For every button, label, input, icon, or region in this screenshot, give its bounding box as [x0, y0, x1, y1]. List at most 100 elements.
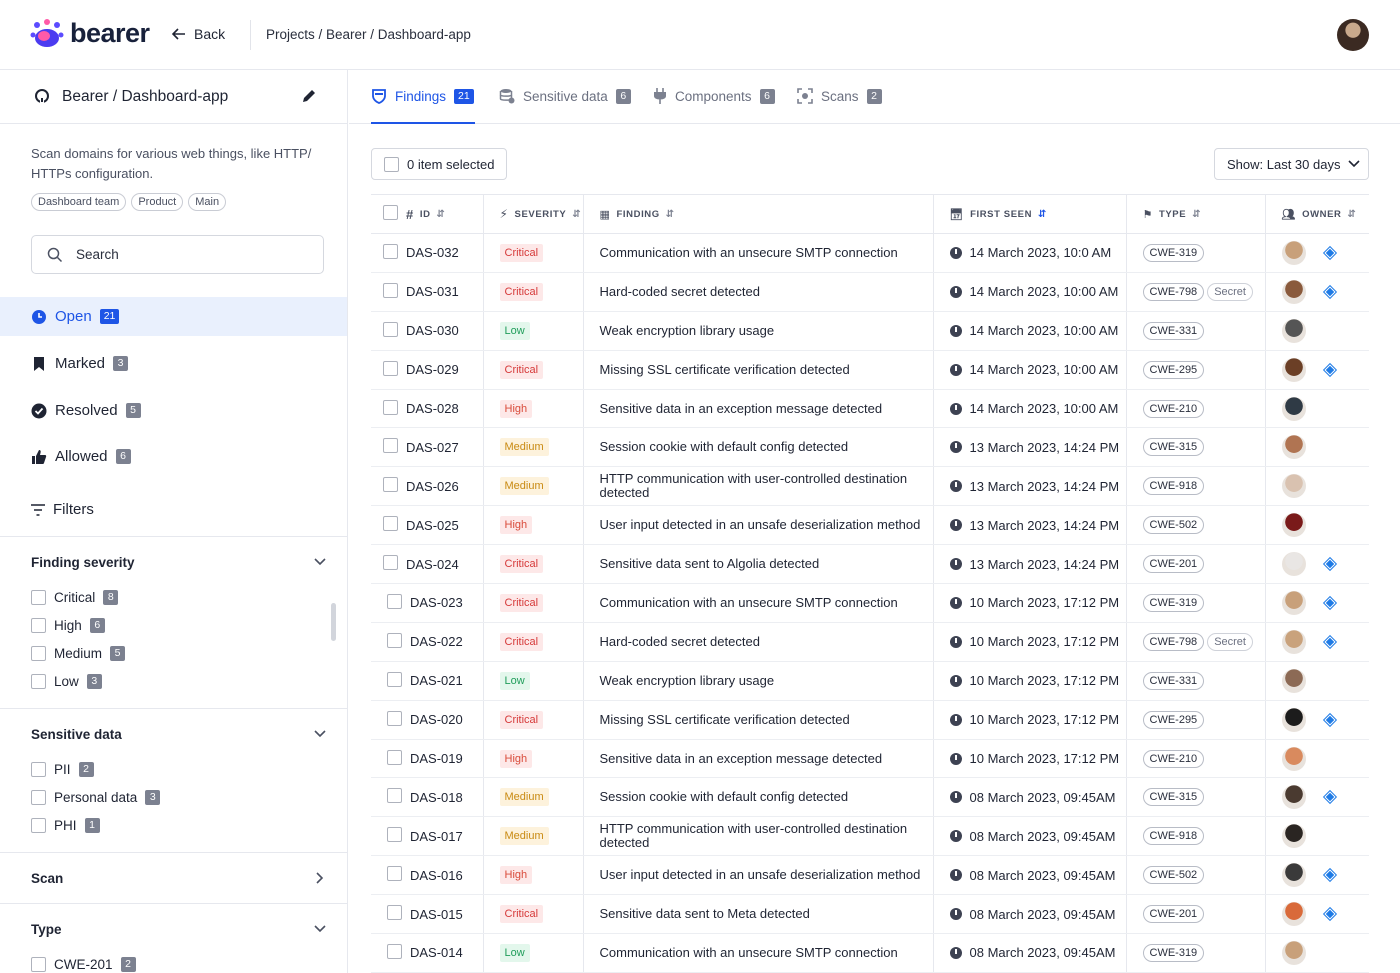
owner-avatar[interactable] [1281, 629, 1306, 654]
row-checkbox[interactable] [383, 555, 398, 571]
row-checkbox[interactable] [383, 360, 398, 376]
owner-avatar[interactable] [1281, 318, 1306, 343]
finding-title[interactable]: User input detected in an unsafe deseria… [583, 855, 934, 896]
filter-cwe-201[interactable]: CWE-201 2 [31, 957, 136, 972]
column-finding[interactable]: ▦ FINDING ⇵ [583, 194, 934, 234]
bearer-logo[interactable]: bearer [30, 18, 150, 49]
table-row[interactable]: DAS-028 High Sensitive data in an exceptio… [371, 389, 1369, 429]
owner-avatar[interactable] [1281, 902, 1306, 927]
select-all-button[interactable]: 0 item selected [371, 148, 507, 180]
table-row[interactable]: DAS-025 High User input detected in an uns… [371, 505, 1369, 546]
tag[interactable]: Product [131, 193, 184, 211]
status-resolved[interactable]: Resolved 5 [0, 391, 347, 430]
row-checkbox[interactable] [383, 243, 398, 259]
filter-critical[interactable]: Critical 8 [31, 590, 119, 605]
tab-sensitive-data[interactable]: Sensitive data 6 [499, 88, 631, 104]
finding-title[interactable]: Hard-coded secret detected [583, 272, 934, 312]
chevron-down-icon[interactable] [314, 925, 326, 933]
owner-avatar[interactable] [1281, 824, 1306, 849]
status-marked[interactable]: Marked 3 [0, 344, 347, 383]
cwe-badge[interactable]: CWE-201 [1142, 905, 1205, 924]
owner-avatar[interactable] [1281, 474, 1306, 499]
filter-personal-data[interactable]: Personal data 3 [31, 790, 161, 805]
cwe-badge[interactable]: CWE-319 [1142, 243, 1205, 262]
finding-title[interactable]: Communication with an unsecure SMTP conn… [583, 233, 934, 273]
finding-title[interactable]: Weak encryption library usage [583, 311, 934, 351]
checkbox[interactable] [31, 762, 46, 777]
cwe-badge[interactable]: CWE-210 [1142, 749, 1205, 768]
filter-medium[interactable]: Medium 5 [31, 646, 126, 661]
checkbox[interactable] [31, 790, 46, 805]
cwe-badge[interactable]: CWE-798 [1142, 632, 1205, 651]
chevron-right-icon[interactable] [316, 872, 324, 884]
column-first-seen[interactable]: 📅︎ FIRST SEEN ⇵ [933, 194, 1127, 234]
row-checkbox[interactable] [387, 943, 402, 959]
owner-avatar[interactable] [1281, 279, 1306, 304]
tab-findings[interactable]: Findings 21 [371, 88, 474, 104]
table-row[interactable]: DAS-014 Low Communication with an unsecure… [371, 933, 1369, 973]
row-checkbox[interactable] [387, 905, 402, 921]
search-input[interactable]: Search [31, 235, 324, 274]
row-checkbox[interactable] [387, 866, 402, 882]
finding-title[interactable]: HTTP communication with user-controlled … [583, 816, 934, 857]
table-row[interactable]: DAS-021 Low Weak encryption library usage 1… [371, 661, 1369, 701]
finding-title[interactable]: Session cookie with default config detec… [583, 777, 934, 818]
table-row[interactable]: DAS-026 Medium HTTP communication with use… [371, 466, 1369, 507]
sort-icon[interactable]: ⇵ [572, 209, 581, 220]
table-row[interactable]: DAS-015 Critical Sensitive data sent to Me… [371, 894, 1369, 935]
tab-scans[interactable]: Scans 2 [797, 88, 882, 104]
checkbox[interactable] [31, 818, 46, 833]
table-row[interactable]: DAS-020 Critical Missing SSL certificate v… [371, 700, 1369, 740]
owner-avatar[interactable] [1281, 396, 1306, 421]
select-all-checkbox[interactable] [384, 156, 399, 172]
owner-avatar[interactable] [1281, 707, 1306, 732]
table-row[interactable]: DAS-027 Medium Session cookie with default… [371, 427, 1369, 468]
owner-avatar[interactable] [1281, 240, 1306, 265]
finding-title[interactable]: Sensitive data in an exception message d… [583, 739, 934, 779]
sensitive-filter-title[interactable]: Sensitive data [31, 727, 122, 742]
cwe-badge[interactable]: CWE-502 [1142, 516, 1205, 535]
cwe-badge[interactable]: CWE-918 [1142, 477, 1205, 496]
tag[interactable]: Main [188, 193, 227, 211]
cwe-badge[interactable]: CWE-295 [1142, 360, 1205, 379]
owner-avatar[interactable] [1281, 513, 1306, 538]
sort-icon[interactable]: ⇵ [1348, 209, 1357, 220]
table-row[interactable]: DAS-023 Critical Communication with an uns… [371, 583, 1369, 623]
finding-title[interactable]: Sensitive data sent to Meta detected [583, 894, 934, 935]
row-checkbox[interactable] [383, 321, 398, 337]
table-row[interactable]: DAS-024 Critical Sensitive data sent to Al… [371, 544, 1369, 585]
owner-avatar[interactable] [1281, 940, 1306, 965]
table-row[interactable]: DAS-016 High User input detected in an uns… [371, 855, 1369, 896]
row-checkbox[interactable] [387, 593, 402, 609]
finding-title[interactable]: Communication with an unsecure SMTP conn… [583, 933, 934, 973]
owner-avatar[interactable] [1281, 435, 1306, 460]
sort-icon[interactable]: ⇵ [1038, 209, 1047, 220]
filter-high[interactable]: High 6 [31, 618, 105, 633]
checkbox[interactable] [31, 618, 46, 633]
checkbox[interactable] [31, 646, 46, 661]
type-filter-title[interactable]: Type [31, 922, 62, 937]
checkbox[interactable] [31, 957, 46, 972]
cwe-badge[interactable]: CWE-315 [1142, 788, 1205, 807]
sort-icon[interactable]: ⇵ [1192, 209, 1201, 220]
row-checkbox[interactable] [387, 749, 402, 765]
filter-phi[interactable]: PHI 1 [31, 818, 100, 833]
severity-filter-title[interactable]: Finding severity [31, 555, 135, 570]
finding-title[interactable]: Missing SSL certificate verification det… [583, 700, 934, 740]
sort-icon[interactable]: ⇵ [437, 209, 446, 220]
date-range-dropdown[interactable]: Show: Last 30 days [1214, 148, 1369, 180]
column-type[interactable]: ⚑ TYPE ⇵ [1126, 194, 1266, 234]
owner-avatar[interactable] [1281, 785, 1306, 810]
column-id[interactable]: # ID ⇵ [406, 194, 484, 234]
row-checkbox[interactable] [387, 671, 402, 687]
cwe-badge[interactable]: CWE-331 [1142, 321, 1205, 340]
finding-title[interactable]: Sensitive data sent to Algolia detected [583, 544, 934, 585]
finding-title[interactable]: User input detected in an unsafe deseria… [583, 505, 934, 546]
tab-components[interactable]: Components 6 [653, 88, 775, 104]
cwe-badge[interactable]: CWE-210 [1142, 399, 1205, 418]
table-row[interactable]: DAS-032 Critical Communication with an uns… [371, 233, 1369, 273]
finding-title[interactable]: Sensitive data in an exception message d… [583, 389, 934, 429]
table-row[interactable]: DAS-019 High Sensitive data in an exceptio… [371, 739, 1369, 779]
back-button[interactable]: Back [172, 26, 225, 42]
cwe-badge[interactable]: CWE-502 [1142, 866, 1205, 885]
